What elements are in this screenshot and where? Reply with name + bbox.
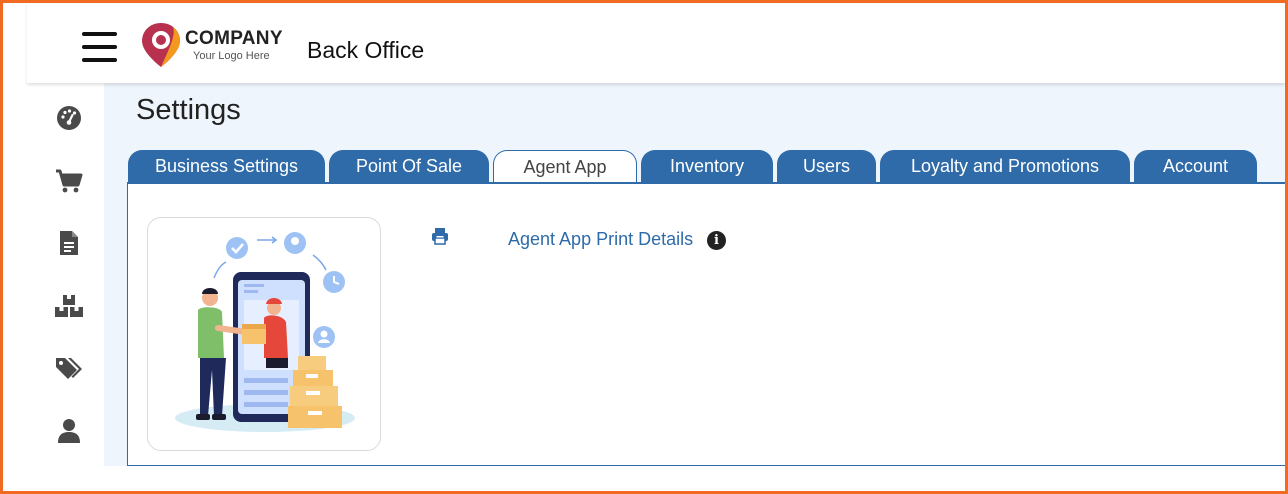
user-icon[interactable] <box>54 416 84 446</box>
tab-inventory[interactable]: Inventory <box>641 150 773 183</box>
tab-panel-body: Agent App Print Details i <box>130 186 1284 461</box>
top-header: COMPANY Your Logo Here Back Office <box>27 3 1285 83</box>
tab-business-settings[interactable]: Business Settings <box>128 150 325 183</box>
main-content: Settings Business Settings Point Of Sale… <box>104 83 1285 466</box>
document-icon[interactable] <box>54 228 84 258</box>
shopping-cart-icon[interactable] <box>54 166 84 196</box>
app-title: Back Office <box>307 37 425 63</box>
sidebar <box>37 88 103 466</box>
dashboard-gauge-icon[interactable] <box>54 103 84 133</box>
company-logo-icon <box>142 23 180 67</box>
logo-company-name: COMPANY <box>185 28 283 49</box>
agent-app-print-details-link[interactable]: Agent App Print Details <box>508 229 693 250</box>
hamburger-menu-icon[interactable] <box>82 32 117 63</box>
boxes-icon[interactable] <box>54 291 84 321</box>
tab-users[interactable]: Users <box>777 150 876 183</box>
info-circle-icon[interactable]: i <box>707 231 726 250</box>
logo-tagline: Your Logo Here <box>193 50 270 62</box>
tab-agent-app[interactable]: Agent App <box>493 150 637 183</box>
tab-account[interactable]: Account <box>1134 150 1257 183</box>
tab-loyalty-and-promotions[interactable]: Loyalty and Promotions <box>880 150 1130 183</box>
tags-icon[interactable] <box>54 353 84 383</box>
delivery-agent-illustration <box>147 217 381 451</box>
printer-icon[interactable] <box>431 227 449 245</box>
tab-panel: Agent App Print Details i <box>127 182 1285 466</box>
tab-point-of-sale[interactable]: Point Of Sale <box>329 150 489 183</box>
page-title: Settings <box>136 94 241 126</box>
